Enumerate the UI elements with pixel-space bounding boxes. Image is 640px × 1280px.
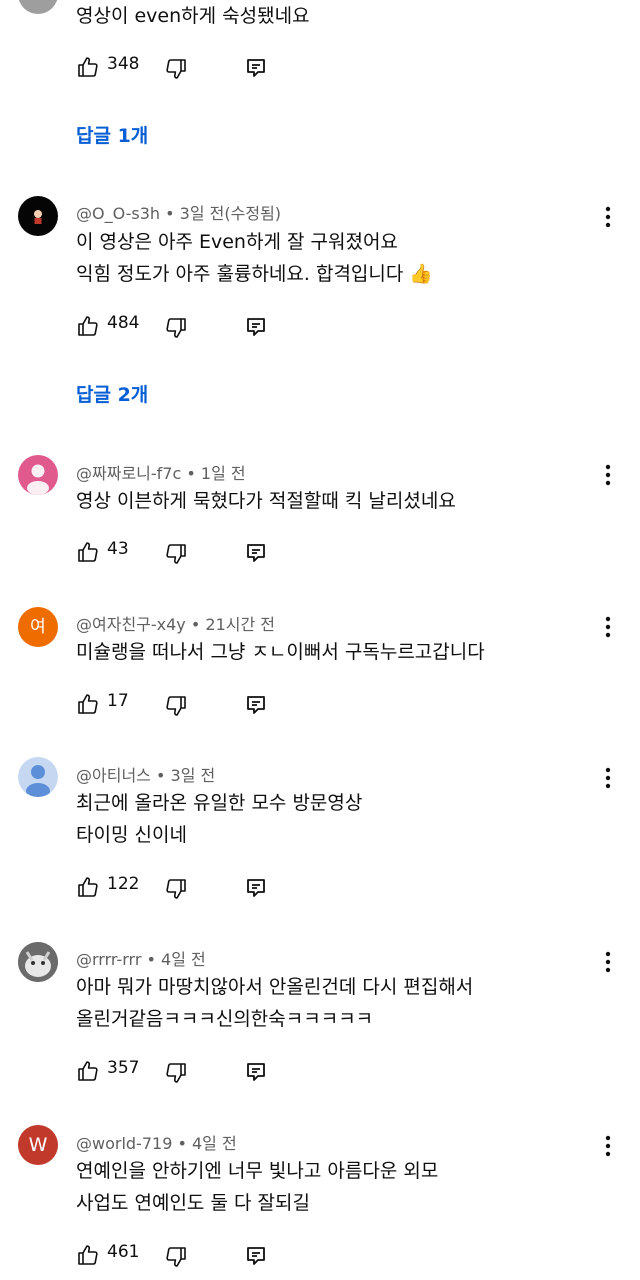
more-vert-icon[interactable] (596, 202, 620, 232)
more-vert-icon[interactable] (596, 612, 620, 642)
comment-text-line: 타이밍 신이네 (76, 824, 187, 846)
avatar[interactable] (18, 757, 58, 797)
thumbs-down-icon[interactable] (164, 57, 188, 81)
comment-actions: 357 (76, 1056, 276, 1086)
comment-author[interactable]: @여자친구-x4y • 21시간 전 (76, 611, 275, 635)
comment-text-line: 영상 이븐하게 묵혔다가 적절할때 킥 날리셨네요 (76, 490, 456, 512)
more-vert-icon[interactable] (596, 947, 620, 977)
view-replies-link[interactable]: 답글 2개 (76, 380, 148, 407)
comment-author[interactable]: @아티너스 • 3일 전 (76, 762, 215, 786)
comment-meta: • 21시간 전 (190, 615, 276, 634)
thumbs-down-icon[interactable] (164, 877, 188, 901)
like-count: 122 (107, 874, 140, 894)
comment-author[interactable]: @rrrr-rrr • 4일 전 (76, 946, 206, 970)
more-vert-icon[interactable] (596, 763, 620, 793)
avatar[interactable] (18, 0, 58, 14)
comment-text-line: 이 영상은 아주 Even하게 잘 구워졌어요 (76, 231, 398, 253)
author-handle[interactable]: @아티너스 (76, 766, 151, 785)
thumbs-up-icon[interactable] (76, 1243, 100, 1267)
author-handle[interactable]: @world-719 (76, 1134, 172, 1153)
author-handle[interactable]: @여자친구-x4y (76, 615, 186, 634)
thumbs-down-icon[interactable] (164, 1061, 188, 1085)
reply-icon[interactable] (244, 56, 268, 80)
like-count: 357 (107, 1058, 140, 1078)
avatar[interactable] (18, 455, 58, 495)
comment-text-line: 익힘 정도가 아주 훌륭하네요. 합격입니다 👍 (76, 263, 434, 285)
reply-icon[interactable] (244, 693, 268, 717)
thumbs-down-icon[interactable] (164, 542, 188, 566)
thumbs-up-icon[interactable] (76, 540, 100, 564)
reply-icon[interactable] (244, 1244, 268, 1268)
comment-text-line: 최근에 올라온 유일한 모수 방문영상 (76, 792, 363, 814)
avatar-letter: 여 (30, 617, 46, 637)
thumbs-down-icon[interactable] (164, 316, 188, 340)
thumbs-up-icon[interactable] (76, 55, 100, 79)
thumbs-down-icon[interactable] (164, 694, 188, 718)
comment-meta: • 1일 전 (186, 464, 246, 483)
thumbs-up-icon[interactable] (76, 692, 100, 716)
comment-text-line: 아마 뭐가 마땅치않아서 안올린건데 다시 편집해서 (76, 976, 474, 998)
comment-author[interactable]: @O_O-s3h • 3일 전(수정됨) (76, 200, 281, 224)
avatar[interactable] (18, 942, 58, 982)
comment-actions: 348 (76, 52, 276, 82)
avatar[interactable]: W (18, 1125, 58, 1165)
more-vert-icon[interactable] (596, 460, 620, 490)
reply-icon[interactable] (244, 876, 268, 900)
thumbs-up-icon[interactable] (76, 875, 100, 899)
reply-icon[interactable] (244, 541, 268, 565)
comment-actions: 122 (76, 872, 276, 902)
like-count: 348 (107, 54, 140, 74)
avatar[interactable] (18, 196, 58, 236)
comment-text-line: 미슐랭을 떠나서 그냥 ㅈㄴ이뻐서 구독누르고갑니다 (76, 641, 485, 663)
comment-text-line: 사업도 연예인도 둘 다 잘되길 (76, 1192, 310, 1214)
like-count: 461 (107, 1242, 140, 1262)
comment-actions: 461 (76, 1240, 276, 1270)
reply-icon[interactable] (244, 1060, 268, 1084)
avatar[interactable]: 여 (18, 607, 58, 647)
reply-icon[interactable] (244, 315, 268, 339)
thumbs-up-icon[interactable] (76, 314, 100, 338)
comment-meta: • 3일 전 (155, 766, 216, 785)
more-vert-icon[interactable] (596, 1131, 620, 1161)
like-count: 43 (107, 539, 129, 559)
comment-text-line: 올린거같음ㅋㅋㅋ신의한숙ㅋㅋㅋㅋㅋ (76, 1008, 374, 1030)
comment-meta: • 4일 전 (146, 950, 206, 969)
comment-actions: 484 (76, 311, 276, 341)
view-replies-link[interactable]: 답글 1개 (76, 121, 148, 148)
comment-author[interactable]: @world-719 • 4일 전 (76, 1130, 237, 1154)
author-handle[interactable]: @rrrr-rrr (76, 950, 141, 969)
comment-actions: 43 (76, 537, 276, 567)
author-handle[interactable]: @짜짜로니-f7c (76, 464, 181, 483)
comment-meta: • 3일 전(수정됨) (165, 204, 282, 223)
thumbs-down-icon[interactable] (164, 1245, 188, 1269)
comment-text: 영상이 even하게 숙성됐네요 (76, 5, 310, 27)
comment-author[interactable]: @짜짜로니-f7c • 1일 전 (76, 460, 246, 484)
like-count: 484 (107, 313, 140, 333)
author-handle[interactable]: @O_O-s3h (76, 204, 160, 223)
thumbs-up-icon[interactable] (76, 1059, 100, 1083)
avatar-letter: W (28, 1134, 48, 1156)
comment-meta: • 4일 전 (177, 1134, 237, 1153)
comment-actions: 17 (76, 689, 276, 719)
comment-text-line: 연예인을 안하기엔 너무 빛나고 아름다운 외모 (76, 1160, 439, 1182)
like-count: 17 (107, 691, 129, 711)
